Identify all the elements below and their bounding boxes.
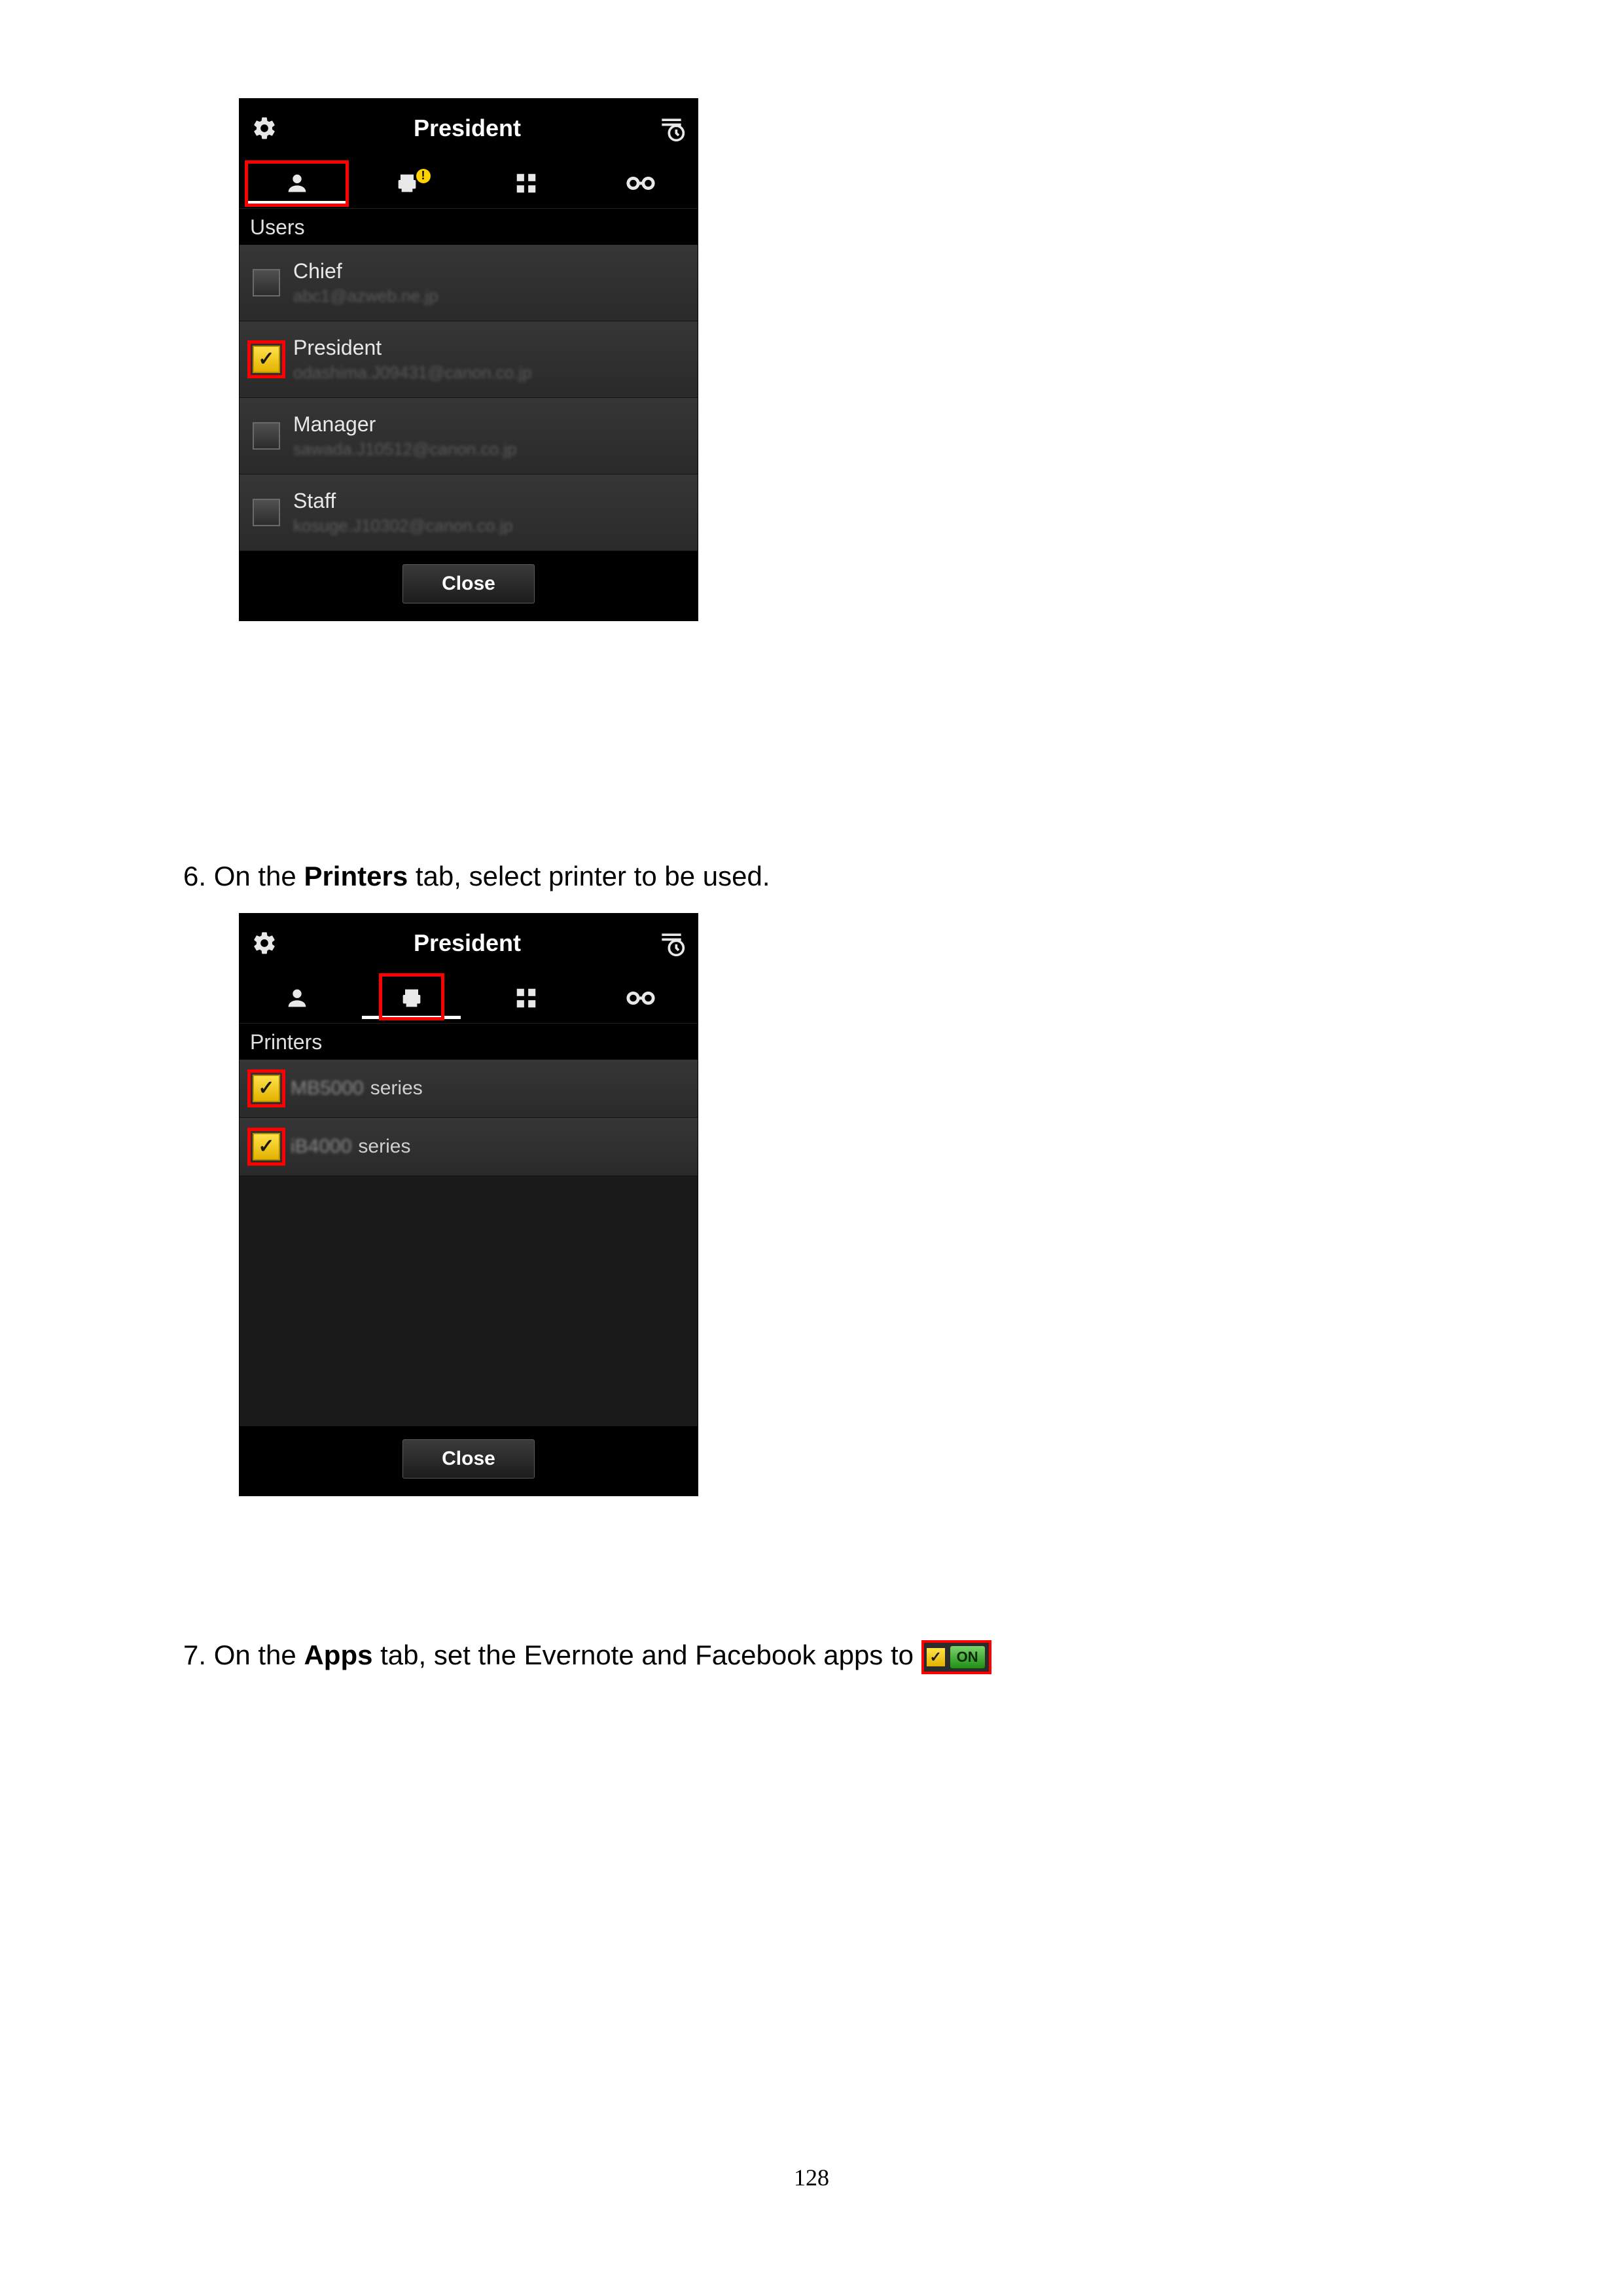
printer-suffix: series bbox=[358, 1136, 410, 1158]
checkbox[interactable] bbox=[253, 499, 280, 526]
section-label: Printers bbox=[240, 1024, 698, 1060]
checkbox-wrap bbox=[253, 1075, 280, 1102]
checkbox-wrap bbox=[253, 269, 280, 296]
history-icon[interactable] bbox=[657, 929, 686, 958]
printer-row[interactable]: MB5000 series bbox=[240, 1060, 698, 1118]
row-text: Chief abc1@azweb.ne.jp bbox=[293, 259, 438, 306]
tab-printers[interactable] bbox=[354, 973, 469, 1024]
printer-row[interactable]: iB4000 series bbox=[240, 1118, 698, 1176]
tab-printers[interactable]: ! bbox=[354, 158, 469, 209]
gear-icon[interactable] bbox=[251, 115, 277, 141]
user-name: Manager bbox=[293, 412, 517, 437]
on-label: ON bbox=[950, 1646, 985, 1669]
users-panel: President ! Users Chief abc1@azweb.ne.jp P… bbox=[239, 98, 698, 621]
tab-underline bbox=[362, 1016, 461, 1019]
tab-bar bbox=[240, 973, 698, 1024]
printer-name: MB5000 series bbox=[291, 1077, 423, 1100]
panel-header: President bbox=[240, 99, 698, 158]
highlight-box bbox=[247, 340, 285, 378]
printer-model: MB5000 bbox=[291, 1077, 364, 1100]
panel-footer: Close bbox=[240, 551, 698, 620]
text-bold: Printers bbox=[304, 861, 408, 891]
printer-model: iB4000 bbox=[291, 1136, 351, 1158]
printers-panel: President Printers MB5000 series iB4000 ser… bbox=[239, 913, 698, 1496]
row-text: President odashima.J09431@canon.co.jp bbox=[293, 336, 532, 383]
panel-title: President bbox=[277, 929, 657, 957]
printers-list: MB5000 series iB4000 series bbox=[240, 1060, 698, 1426]
step-7-text: 7. On the Apps tab, set the Evernote and… bbox=[183, 1636, 991, 1675]
text: tab, set the Evernote and Facebook apps … bbox=[372, 1640, 921, 1670]
close-button[interactable]: Close bbox=[402, 564, 535, 603]
user-row[interactable]: Chief abc1@azweb.ne.jp bbox=[240, 245, 698, 321]
on-toggle-badge: ON bbox=[921, 1640, 991, 1674]
page-number: 128 bbox=[0, 2164, 1623, 2191]
checkbox[interactable] bbox=[253, 269, 280, 296]
panel-header: President bbox=[240, 914, 698, 973]
row-text: Staff kosuge.J10302@canon.co.jp bbox=[293, 489, 513, 536]
step-6-text: 6. On the Printers tab, select printer t… bbox=[183, 857, 770, 896]
panel-footer: Close bbox=[240, 1426, 698, 1496]
text: tab, select printer to be used. bbox=[408, 861, 770, 891]
tab-apps[interactable] bbox=[469, 973, 583, 1024]
tab-underline bbox=[247, 201, 346, 204]
user-row[interactable]: President odashima.J09431@canon.co.jp bbox=[240, 321, 698, 398]
tab-services[interactable] bbox=[583, 973, 698, 1024]
checkbox-wrap bbox=[253, 1133, 280, 1160]
checkbox-wrap bbox=[253, 346, 280, 373]
text: 7. On the bbox=[183, 1640, 304, 1670]
user-name: Chief bbox=[293, 259, 438, 283]
section-label: Users bbox=[240, 209, 698, 245]
tab-users[interactable] bbox=[240, 973, 354, 1024]
tab-services[interactable] bbox=[583, 158, 698, 209]
checkbox-wrap bbox=[253, 422, 280, 450]
row-text: Managersawada.J10512@canon.co.jp bbox=[293, 412, 517, 459]
tab-users[interactable] bbox=[240, 158, 354, 209]
highlight-box bbox=[247, 1069, 285, 1107]
user-row[interactable]: Staff kosuge.J10302@canon.co.jp bbox=[240, 475, 698, 551]
user-name: Staff bbox=[293, 489, 513, 513]
user-email: kosuge.J10302@canon.co.jp bbox=[293, 516, 513, 536]
printer-name: iB4000 series bbox=[291, 1136, 410, 1158]
users-list: Chief abc1@azweb.ne.jp President odashima.J… bbox=[240, 245, 698, 551]
panel-title: President bbox=[277, 115, 657, 142]
checkbox-wrap bbox=[253, 499, 280, 526]
text-bold: Apps bbox=[304, 1640, 372, 1670]
printer-suffix: series bbox=[370, 1077, 423, 1100]
history-icon[interactable] bbox=[657, 114, 686, 143]
tab-apps[interactable] bbox=[469, 158, 583, 209]
close-button[interactable]: Close bbox=[402, 1439, 535, 1479]
text: 6. On the bbox=[183, 861, 304, 891]
check-icon bbox=[927, 1648, 945, 1666]
user-name: President bbox=[293, 336, 532, 360]
user-row[interactable]: Managersawada.J10512@canon.co.jp bbox=[240, 398, 698, 475]
tab-bar: ! bbox=[240, 158, 698, 209]
user-email: odashima.J09431@canon.co.jp bbox=[293, 363, 532, 383]
checkbox[interactable] bbox=[253, 422, 280, 450]
gear-icon[interactable] bbox=[251, 930, 277, 956]
highlight-box bbox=[247, 1128, 285, 1166]
user-email: abc1@azweb.ne.jp bbox=[293, 286, 438, 306]
user-email: sawada.J10512@canon.co.jp bbox=[293, 439, 517, 459]
alert-badge-icon: ! bbox=[416, 169, 431, 183]
